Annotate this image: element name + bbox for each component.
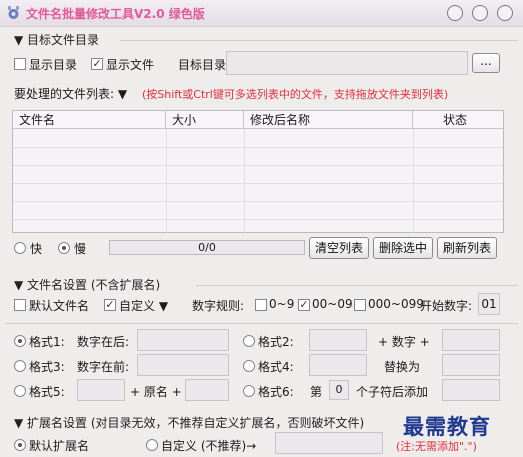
format2-radio[interactable]	[243, 335, 255, 347]
progress-bar: 0/0	[109, 240, 305, 255]
fast-radio[interactable]	[14, 242, 26, 254]
format4-input-a[interactable]	[309, 354, 367, 376]
rule3-label: 000~099	[368, 297, 424, 311]
format3-radio[interactable]	[14, 360, 26, 372]
grid-line	[13, 147, 503, 148]
grid-line	[13, 165, 503, 166]
grid-line	[413, 129, 414, 233]
format6-input[interactable]	[442, 379, 500, 401]
grid-line	[13, 183, 503, 184]
slow-radio[interactable]	[58, 242, 70, 254]
format4-desc: 替换为	[384, 360, 421, 374]
default-name-label: 默认文件名	[29, 299, 90, 313]
format4-label: 格式4:	[258, 360, 294, 374]
start-number-input[interactable]: 01	[478, 293, 500, 315]
rule2-label: 00~09	[312, 297, 353, 311]
format4-input-b[interactable]	[442, 354, 500, 376]
rule3-checkbox[interactable]	[354, 299, 366, 311]
column-header-new-name[interactable]: 修改后名称	[244, 111, 413, 129]
grid-line	[244, 129, 245, 233]
clear-list-button[interactable]: 清空列表	[309, 237, 369, 259]
minimize-button[interactable]	[447, 5, 463, 21]
custom-ext-label: 自定义 (不推荐)→	[161, 439, 257, 453]
format5-radio[interactable]	[14, 385, 26, 397]
start-number-label: 开始数字:	[420, 299, 473, 313]
column-header-status[interactable]: 状态	[413, 111, 503, 129]
show-dir-checkbox[interactable]	[14, 58, 26, 70]
maximize-button[interactable]	[472, 5, 488, 21]
rule2-checkbox[interactable]	[298, 299, 310, 311]
format5-input-b[interactable]	[185, 379, 229, 401]
file-list-hint: (按Shift或Ctrl键可多选列表中的文件，支持拖放文件夹到列表)	[142, 88, 449, 101]
format6-radio[interactable]	[243, 385, 255, 397]
ext-note: (注:无需添加".")	[396, 440, 477, 453]
format1-input[interactable]	[137, 329, 229, 351]
file-list-table[interactable]: 文件名 大小 修改后名称 状态	[12, 110, 504, 233]
show-file-label: 显示文件	[106, 58, 155, 72]
watermark-text: 最需教育	[403, 414, 491, 439]
default-ext-label: 默认扩展名	[29, 439, 90, 453]
format6-position-stepper[interactable]: 0	[329, 380, 349, 400]
custom-ext-radio[interactable]	[146, 439, 158, 451]
column-header-filename[interactable]: 文件名	[13, 111, 166, 129]
format6-label: 格式6:	[258, 385, 294, 399]
app-icon	[8, 6, 19, 19]
custom-name-checkbox[interactable]	[104, 299, 116, 311]
rule1-checkbox[interactable]	[255, 299, 267, 311]
grid-line	[166, 129, 167, 233]
fast-label: 快	[30, 242, 43, 256]
ext-section-title: ▼ 扩展名设置 (对目录无效，不推荐自定义扩展名，否则破坏文件)	[14, 416, 365, 430]
divider	[196, 285, 518, 286]
target-dir-label: 目标目录:	[178, 58, 231, 72]
format1-radio[interactable]	[14, 335, 26, 347]
target-dir-input[interactable]	[226, 51, 468, 75]
slow-label: 慢	[74, 242, 87, 256]
format3-desc: 数字在前:	[77, 360, 130, 374]
column-header-size[interactable]: 大小	[166, 111, 244, 129]
delete-selected-button[interactable]: 删除选中	[373, 237, 433, 259]
default-ext-radio[interactable]	[14, 439, 26, 451]
grid-line	[13, 201, 503, 202]
format3-input[interactable]	[137, 354, 229, 376]
divider	[5, 323, 518, 324]
format6-prefix: 第	[310, 385, 323, 399]
format3-label: 格式3:	[29, 360, 65, 374]
format2-input-a[interactable]	[309, 329, 367, 351]
format4-radio[interactable]	[243, 360, 255, 372]
format2-label: 格式2:	[258, 335, 294, 349]
format5-input-a[interactable]	[77, 379, 125, 401]
format5-label: 格式5:	[29, 385, 65, 399]
digit-rule-label: 数字规则:	[192, 299, 245, 313]
format2-plus-label: + 数字 +	[378, 335, 430, 349]
format5-mid-label: + 原名 +	[130, 385, 182, 399]
custom-name-label[interactable]: 自定义 ▼	[119, 297, 168, 314]
show-file-checkbox[interactable]	[91, 58, 103, 70]
format2-input-b[interactable]	[442, 329, 500, 351]
format6-suffix: 个子符后添加	[356, 385, 429, 399]
name-section-title: ▼ 文件名设置 (不含扩展名)	[14, 278, 161, 292]
target-section-title: ▼ 目标文件目录	[14, 33, 100, 47]
window-title: 文件名批量修改工具V2.0 绿色版	[26, 7, 205, 21]
rule1-label: 0~9	[269, 297, 295, 311]
divider	[120, 40, 518, 41]
grid-line	[13, 219, 503, 220]
refresh-list-button[interactable]: 刷新列表	[437, 237, 497, 259]
show-dir-label: 显示目录	[29, 58, 78, 72]
format1-label: 格式1:	[29, 335, 65, 349]
file-list-label: 要处理的文件列表: ▼	[14, 87, 128, 101]
close-button[interactable]	[497, 5, 513, 21]
browse-button[interactable]: ...	[472, 53, 500, 73]
custom-ext-input[interactable]	[275, 432, 383, 454]
default-name-checkbox[interactable]	[14, 299, 26, 311]
format1-desc: 数字在后:	[77, 335, 130, 349]
